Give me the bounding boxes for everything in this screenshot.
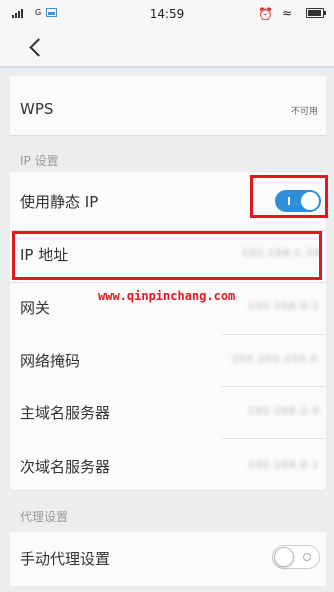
manual-proxy-label: 手动代理设置 [20, 550, 111, 568]
toggle-knob [274, 547, 294, 567]
wifi-icon: ≈ [282, 6, 293, 20]
alarm-clock-icon: ⏰ [258, 7, 273, 21]
netmask-label: 网络掩码 [20, 352, 81, 370]
proxy-card: 手动代理设置 [10, 532, 326, 584]
divider [222, 438, 326, 439]
proxy-section-header-label: 代理设置 [20, 510, 69, 524]
gateway-label: 网关 [20, 299, 51, 317]
toolbar [0, 28, 334, 68]
static-ip-toggle-highlight [250, 175, 328, 218]
wps-label: WPS [20, 100, 54, 118]
manual-proxy-toggle[interactable] [272, 545, 320, 569]
status-bar: G 14:59 ⏰ ≈ [0, 0, 334, 28]
secondary-dns-label: 次域名服务器 [20, 458, 111, 476]
gateway-value[interactable]: 192.168.0.1 [248, 301, 319, 312]
back-button[interactable] [24, 36, 48, 60]
battery-icon [306, 8, 326, 18]
ip-section-header: IP 设置 [20, 154, 59, 168]
primary-dns-value[interactable]: 192.168.2.0 [248, 406, 319, 417]
divider [10, 282, 326, 283]
wps-value: 不可用 [290, 107, 318, 117]
toggle-off-indicator [303, 553, 311, 561]
secondary-dns-value[interactable]: 192.168.0.1 [248, 460, 319, 471]
primary-dns-label: 主域名服务器 [20, 404, 111, 422]
netmask-value[interactable]: 255.255.255.0 [232, 354, 318, 365]
divider [222, 334, 326, 335]
divider [222, 386, 326, 387]
static-ip-label: 使用静态 IP [20, 193, 99, 211]
watermark-text: www.qinpinchang.com [98, 289, 236, 303]
ip-address-highlight [12, 231, 322, 280]
wps-card: WPS 不可用 [10, 76, 326, 136]
